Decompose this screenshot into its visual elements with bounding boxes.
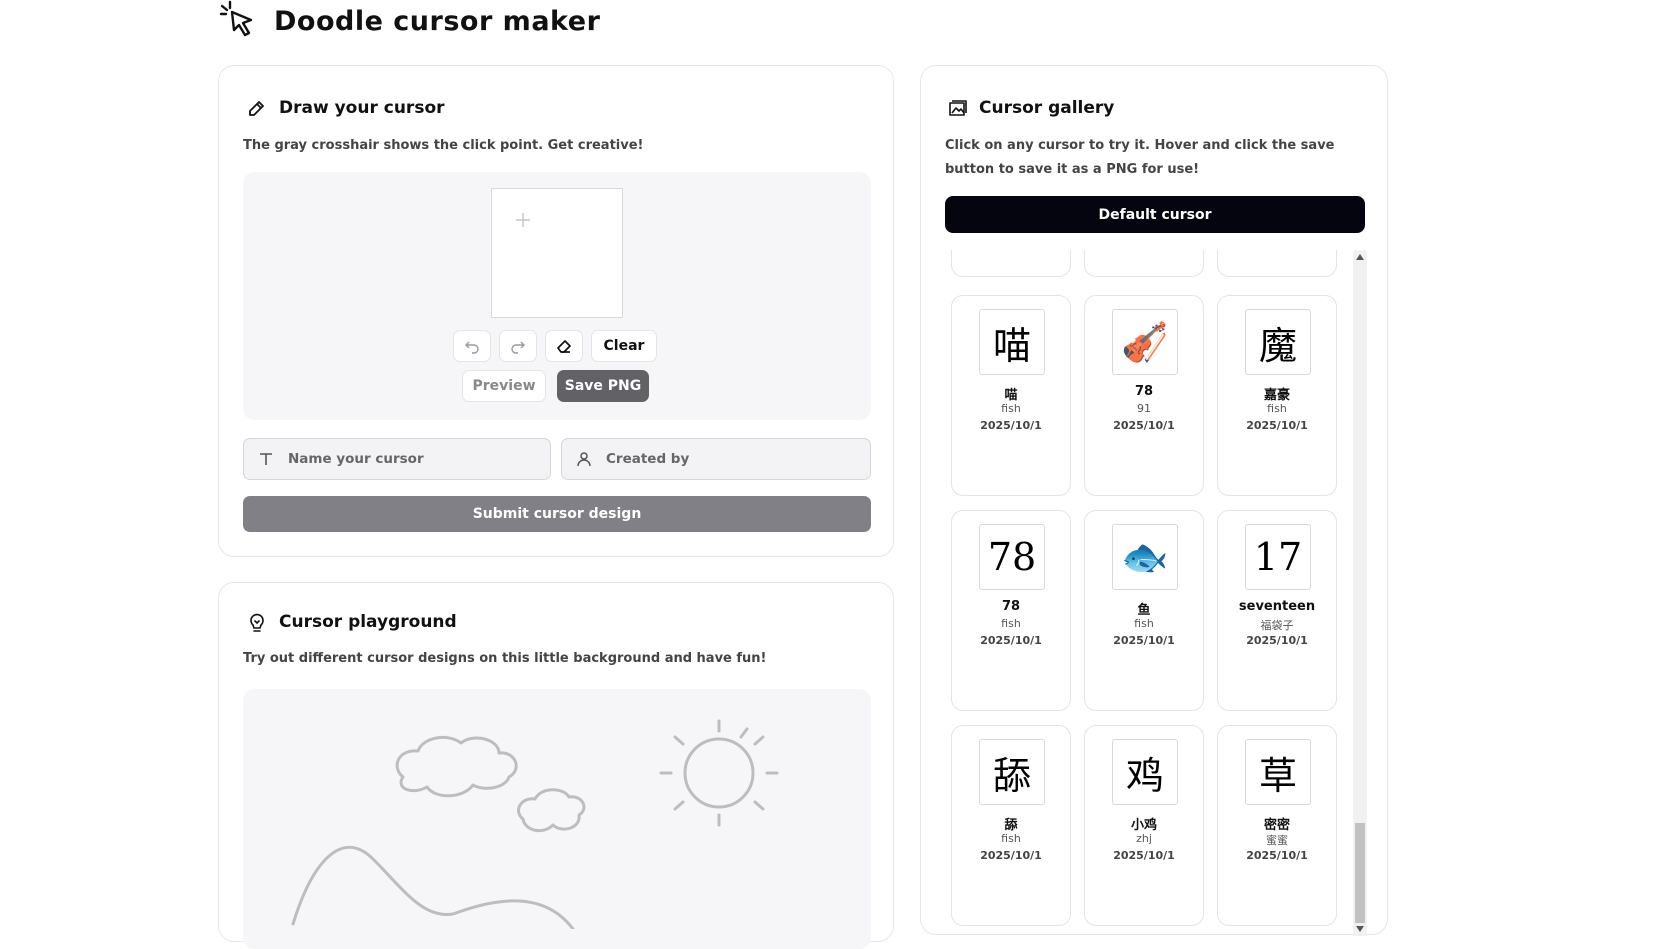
gallery-tile[interactable]: 喵 喵 fish 2025/10/1 bbox=[951, 295, 1071, 496]
gallery-tile[interactable]: 78 78 fish 2025/10/1 bbox=[951, 510, 1071, 711]
gallery-card-header: Cursor gallery bbox=[947, 98, 1114, 118]
redo-icon bbox=[511, 341, 525, 354]
gallery-scrollbar[interactable] bbox=[1353, 250, 1367, 936]
sun-rays-doodle bbox=[659, 719, 779, 827]
lightbulb-icon bbox=[247, 611, 267, 633]
cursor-thumbnail: 舔 bbox=[979, 739, 1045, 805]
cloud-doodle-small bbox=[517, 788, 586, 833]
cursor-name: 舔 bbox=[1004, 818, 1018, 833]
scroll-up-arrow-icon[interactable] bbox=[1356, 254, 1364, 260]
cursor-thumbnail: 78 bbox=[979, 524, 1045, 590]
playground-card-title: Cursor playground bbox=[279, 612, 457, 632]
submit-cursor-button[interactable]: Submit cursor design bbox=[243, 496, 871, 532]
default-cursor-button[interactable]: Default cursor bbox=[945, 196, 1365, 233]
draw-card: Draw your cursor The gray crosshair show… bbox=[218, 65, 894, 557]
cursor-name: 小鸡 bbox=[1130, 818, 1157, 833]
gallery-tile[interactable]: 魔 嘉豪 fish 2025/10/1 bbox=[1217, 295, 1337, 496]
scroll-down-arrow-icon[interactable] bbox=[1356, 926, 1364, 932]
playground-description: Try out different cursor designs on this… bbox=[243, 651, 767, 666]
gallery-tile[interactable]: 舔 舔 fish 2025/10/1 bbox=[951, 725, 1071, 926]
gallery-card: Cursor gallery Click on any cursor to tr… bbox=[920, 65, 1388, 936]
cursor-author: fish bbox=[1001, 402, 1021, 415]
redo-button[interactable] bbox=[499, 330, 537, 362]
gallery-tile-partial[interactable] bbox=[1084, 250, 1204, 277]
pencil-icon bbox=[247, 98, 267, 118]
app-header: Doodle cursor maker bbox=[218, 0, 600, 42]
cursor-thumbnail: 喵 bbox=[979, 309, 1045, 375]
cursor-author: fish bbox=[1134, 617, 1154, 630]
gallery-icon bbox=[947, 98, 967, 118]
app-title: Doodle cursor maker bbox=[274, 5, 601, 37]
cursor-date: 2025/10/1 bbox=[980, 419, 1042, 432]
preview-button[interactable]: Preview bbox=[462, 370, 546, 402]
draw-card-title: Draw your cursor bbox=[279, 98, 445, 118]
drawing-area: Clear Preview Save PNG bbox=[243, 172, 871, 420]
cursor-date: 2025/10/1 bbox=[980, 634, 1042, 647]
doodle-scene-illustration bbox=[291, 719, 779, 929]
gallery-tile[interactable]: 草 密密 蜜蜜 2025/10/1 bbox=[1217, 725, 1337, 926]
save-png-button[interactable]: Save PNG bbox=[557, 370, 649, 402]
gallery-description-line-2: button to save it as a PNG for use! bbox=[945, 162, 1200, 177]
draw-description: The gray crosshair shows the click point… bbox=[243, 138, 644, 153]
eraser-button[interactable] bbox=[545, 330, 583, 362]
crosshair-icon bbox=[516, 213, 530, 227]
cursor-author: fish bbox=[1267, 402, 1287, 415]
cursor-author: 福袋子 bbox=[1260, 619, 1294, 632]
cursor-name: 喵 bbox=[1004, 388, 1018, 403]
cloud-doodle bbox=[395, 735, 518, 798]
playground-card: Cursor playground Try out different curs… bbox=[218, 582, 894, 949]
cursor-date: 2025/10/1 bbox=[1113, 849, 1175, 862]
cursor-date: 2025/10/1 bbox=[1113, 419, 1175, 432]
user-icon bbox=[576, 451, 592, 467]
drawing-canvas[interactable] bbox=[491, 188, 623, 318]
draw-card-header: Draw your cursor bbox=[247, 98, 445, 118]
cursor-author: fish bbox=[1001, 832, 1021, 845]
cursor-date: 2025/10/1 bbox=[1246, 634, 1308, 647]
gallery-tile[interactable]: 鸡 小鸡 zhj 2025/10/1 bbox=[1084, 725, 1204, 926]
playground-area[interactable] bbox=[243, 689, 871, 949]
playground-card-header: Cursor playground bbox=[247, 611, 457, 633]
gallery-card-title: Cursor gallery bbox=[979, 98, 1115, 118]
cursor-name: 密密 bbox=[1263, 818, 1290, 833]
text-icon bbox=[258, 451, 274, 467]
cursor-date: 2025/10/1 bbox=[1246, 419, 1308, 432]
cursor-thumbnail: 草 bbox=[1245, 739, 1311, 805]
cursor-author: fish bbox=[1001, 617, 1021, 630]
cursor-thumbnail: 🎻 bbox=[1112, 309, 1178, 375]
creator-field[interactable] bbox=[561, 438, 871, 480]
cursor-name: 嘉豪 bbox=[1263, 388, 1290, 403]
cursor-thumbnail: 魔 bbox=[1245, 309, 1311, 375]
clear-button[interactable]: Clear bbox=[591, 330, 657, 362]
cursor-thumbnail: 17 bbox=[1245, 524, 1311, 590]
gallery-tile-partial[interactable] bbox=[1217, 250, 1337, 277]
hill-doodle bbox=[291, 846, 575, 929]
sun-doodle bbox=[683, 737, 755, 809]
cursor-name: 78 bbox=[1001, 599, 1021, 614]
cursor-author: 蜜蜜 bbox=[1266, 834, 1288, 847]
creator-input[interactable] bbox=[604, 450, 808, 468]
gallery-grid: 喵 喵 fish 2025/10/1 🎻 78 91 2025/10/1 魔 嘉… bbox=[945, 250, 1347, 936]
eraser-icon bbox=[557, 340, 571, 353]
cursor-date: 2025/10/1 bbox=[1113, 634, 1175, 647]
cursor-click-icon bbox=[218, 0, 260, 42]
scrollbar-thumb[interactable] bbox=[1355, 823, 1365, 923]
cursor-author: 91 bbox=[1137, 402, 1151, 415]
cursor-date: 2025/10/1 bbox=[1246, 849, 1308, 862]
cursor-name: 78 bbox=[1134, 384, 1154, 399]
cursor-thumbnail: 🐟 bbox=[1112, 524, 1178, 590]
cursor-name-input[interactable] bbox=[286, 450, 490, 468]
cursor-author: zhj bbox=[1136, 832, 1152, 845]
gallery-tile[interactable]: 🐟 鱼 fish 2025/10/1 bbox=[1084, 510, 1204, 711]
cursor-name-field[interactable] bbox=[243, 438, 551, 480]
gallery-tile-partial[interactable] bbox=[951, 250, 1071, 277]
cursor-name: seventeen bbox=[1238, 599, 1316, 614]
undo-icon bbox=[465, 341, 479, 354]
gallery-tile[interactable]: 17 seventeen 福袋子 2025/10/1 bbox=[1217, 510, 1337, 711]
cursor-date: 2025/10/1 bbox=[980, 849, 1042, 862]
gallery-tile[interactable]: 🎻 78 91 2025/10/1 bbox=[1084, 295, 1204, 496]
gallery-description-line-1: Click on any cursor to try it. Hover and… bbox=[945, 138, 1335, 153]
cursor-thumbnail: 鸡 bbox=[1112, 739, 1178, 805]
undo-button[interactable] bbox=[453, 330, 491, 362]
cursor-name: 鱼 bbox=[1137, 603, 1151, 618]
